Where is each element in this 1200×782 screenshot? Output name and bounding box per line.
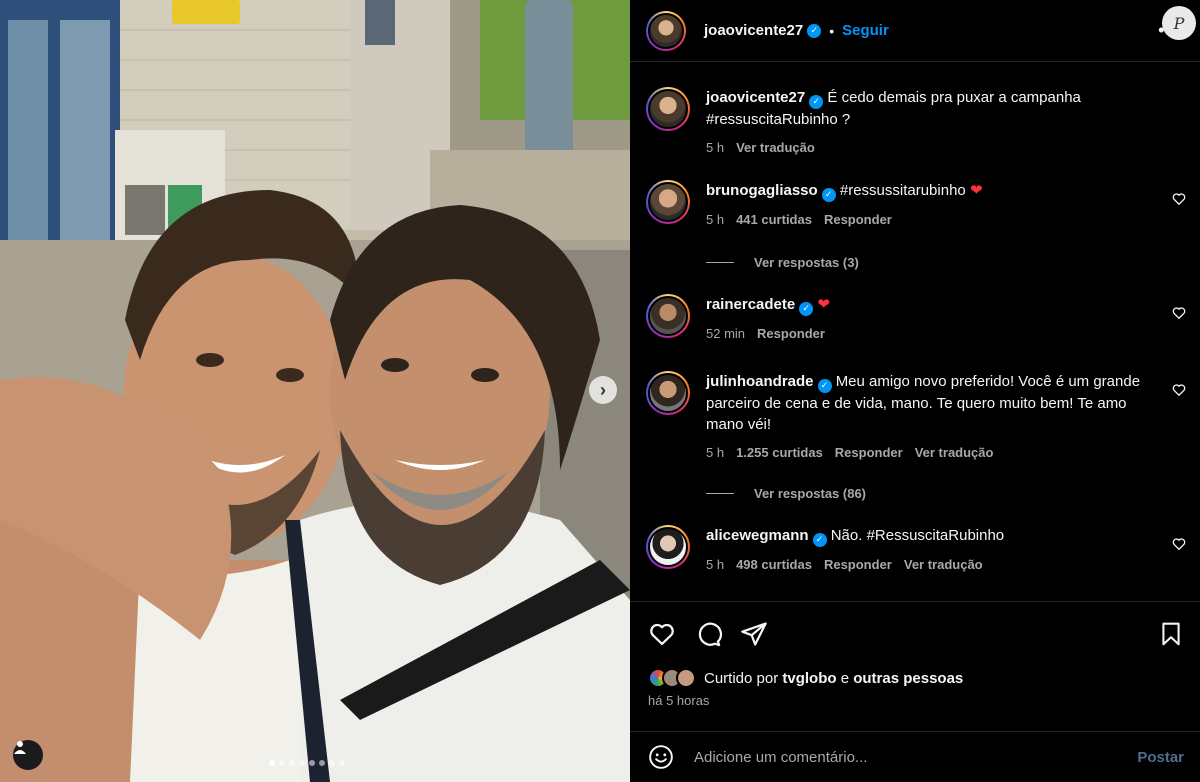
carousel-dot — [289, 760, 295, 766]
comment-time: 5 h — [706, 211, 725, 227]
carousel-dot — [299, 760, 305, 766]
carousel-dot — [279, 760, 285, 766]
reply-button[interactable]: Responder — [757, 323, 825, 344]
comments-list[interactable]: joaovicente27 ✓ É cedo demais pra puxar a… — [630, 63, 1200, 601]
watermark-logo: P — [1162, 6, 1196, 40]
verified-badge-icon: ✓ — [799, 301, 814, 316]
liked-by-others[interactable]: outras pessoas — [853, 670, 963, 687]
red-heart-emoji: ❤ — [969, 182, 983, 199]
follow-button[interactable]: Seguir — [842, 22, 889, 39]
comment-likes[interactable]: 1.255 curtidas — [736, 442, 823, 463]
comment-likes[interactable]: 441 curtidas — [736, 209, 812, 230]
photo-illustration — [0, 0, 630, 782]
carousel-dot — [329, 760, 335, 766]
carousel-indicator — [269, 760, 345, 766]
caption-username[interactable]: joaovicente27 — [706, 89, 805, 106]
comment-username[interactable]: alicewegmann — [706, 527, 809, 544]
comment-avatar[interactable] — [646, 371, 690, 415]
verified-badge-icon: ✓ — [809, 94, 824, 109]
liked-by-user[interactable]: tvglobo — [782, 670, 836, 687]
view-replies-button[interactable]: Ver respostas (3) — [706, 255, 859, 270]
comment-item: rainercadete ✓ ❤ 52 min Responder — [646, 294, 1186, 344]
caption: joaovicente27 ✓ É cedo demais pra puxar a… — [646, 87, 1186, 158]
user-icon — [14, 741, 26, 754]
post-photo[interactable]: › — [0, 0, 630, 782]
tagged-users-button[interactable] — [13, 740, 43, 770]
author-avatar[interactable] — [646, 10, 686, 51]
watermark-letter: P — [1173, 13, 1185, 33]
comment-avatar[interactable] — [646, 180, 690, 224]
verified-badge-icon: ✓ — [812, 532, 827, 547]
comment-time: 5 h — [706, 444, 725, 460]
comment-time: 5 h — [706, 556, 725, 572]
comment-text: Não. #RessuscitaRubinho — [830, 527, 1005, 544]
author-username[interactable]: joaovicente27 — [704, 22, 803, 39]
comment-username[interactable]: rainercadete — [706, 296, 795, 313]
replies-line — [706, 262, 734, 263]
carousel-dot — [339, 760, 345, 766]
caption-translate-link[interactable]: Ver tradução — [736, 137, 815, 158]
view-replies-label: Ver respostas (86) — [754, 486, 867, 501]
reply-button[interactable]: Responder — [835, 442, 903, 463]
replies-line — [706, 493, 734, 494]
post-comment-button[interactable]: Postar — [1137, 749, 1184, 766]
separator-dot: • — [829, 22, 835, 39]
carousel-dot — [319, 760, 325, 766]
red-heart-emoji: ❤ — [817, 296, 830, 313]
comment-avatar[interactable] — [646, 294, 690, 338]
comment-input[interactable]: Adicione um comentário... — [694, 749, 867, 766]
carousel-dot — [269, 760, 275, 766]
liked-by: Curtido por tvglobo e outras pessoas — [648, 668, 963, 688]
heart-icon[interactable] — [648, 620, 676, 648]
heart-outline-icon[interactable] — [1172, 306, 1186, 320]
reply-button[interactable]: Responder — [824, 209, 892, 230]
carousel-next-button[interactable]: › — [589, 376, 617, 404]
view-replies-label: Ver respostas (3) — [754, 255, 859, 270]
translate-link[interactable]: Ver tradução — [904, 554, 983, 575]
liked-avatar — [676, 668, 696, 688]
caption-avatar[interactable] — [646, 87, 690, 131]
carousel-dot — [309, 760, 315, 766]
reply-button[interactable]: Responder — [824, 554, 892, 575]
caption-time: 5 h — [706, 139, 725, 155]
liked-by-prefix: Curtido por — [704, 669, 779, 687]
comment-icon[interactable] — [694, 620, 722, 648]
liked-by-avatars[interactable] — [648, 668, 696, 688]
verified-badge-icon: ✓ — [821, 187, 836, 202]
comment-likes[interactable]: 498 curtidas — [736, 554, 812, 575]
comment-username[interactable]: brunogagliasso — [706, 182, 818, 199]
verified-badge-icon: ✓ — [817, 378, 832, 393]
heart-outline-icon[interactable] — [1172, 537, 1186, 551]
comment-avatar[interactable] — [646, 525, 690, 569]
action-icons — [648, 620, 768, 648]
comment-time: 52 min — [706, 325, 746, 341]
emoji-icon[interactable] — [648, 744, 674, 770]
comment-item: julinhoandrade ✓ Meu amigo novo preferido… — [646, 371, 1186, 463]
post-details-panel: joaovicente27 ✓ • Seguir ••• P joaovicen… — [630, 0, 1200, 782]
heart-outline-icon[interactable] — [1172, 383, 1186, 397]
post-actions: Curtido por tvglobo e outras pessoas há … — [630, 601, 1200, 731]
liked-by-conj: e — [840, 669, 850, 687]
view-replies-button[interactable]: Ver respostas (86) — [706, 486, 866, 501]
comment-item: alicewegmann ✓ Não. #RessuscitaRubinho 5 … — [646, 525, 1186, 575]
heart-outline-icon[interactable] — [1172, 192, 1186, 206]
comment-item: brunogagliasso ✓ #ressussitarubinho ❤ 5 h… — [646, 180, 1186, 230]
verified-badge-icon: ✓ — [807, 23, 822, 38]
bookmark-icon[interactable] — [1158, 620, 1184, 648]
comment-username[interactable]: julinhoandrade — [706, 373, 814, 390]
share-icon[interactable] — [740, 620, 768, 648]
add-comment-bar: Adicione um comentário... Postar — [630, 731, 1200, 782]
post-header: joaovicente27 ✓ • Seguir ••• P — [630, 0, 1200, 62]
post-time[interactable]: há 5 horas — [648, 693, 709, 708]
comment-text: #ressussitarubinho — [839, 182, 966, 199]
translate-link[interactable]: Ver tradução — [915, 442, 994, 463]
